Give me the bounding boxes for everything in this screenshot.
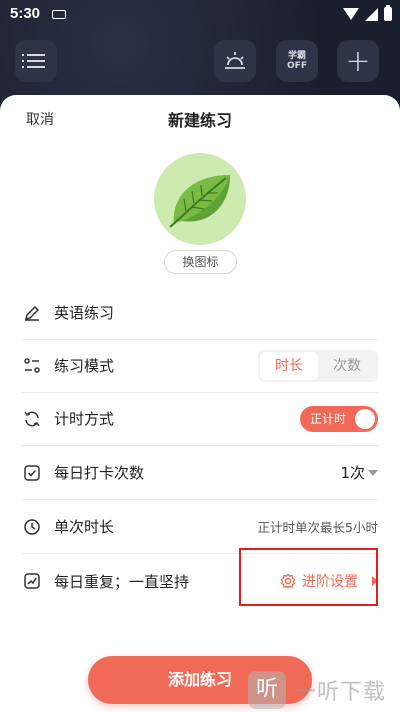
xueba-toggle-button[interactable]: 学霸 OFF bbox=[276, 40, 318, 82]
timing-toggle-label: 正计时 bbox=[310, 411, 347, 426]
timing-row: 计时方式 正计时 bbox=[22, 392, 378, 446]
header-toolbar: 学霸 OFF + bbox=[0, 40, 400, 84]
xueba-state: OFF bbox=[287, 61, 307, 71]
timing-toggle[interactable]: 正计时 bbox=[300, 405, 378, 432]
status-time: 5:30 bbox=[10, 5, 41, 22]
practice-icon[interactable] bbox=[154, 153, 246, 245]
xueba-label: 学霸 bbox=[287, 51, 306, 61]
sunset-button[interactable] bbox=[214, 40, 256, 82]
chart-icon bbox=[22, 571, 42, 591]
change-icon-button[interactable]: 换图标 bbox=[164, 250, 237, 274]
duration-value: 正计时单次最长5小时 bbox=[257, 520, 378, 535]
mode-option-count[interactable]: 次数 bbox=[318, 352, 376, 380]
daily-count-dropdown[interactable]: 1次 bbox=[340, 462, 378, 483]
mode-option-duration[interactable]: 时长 bbox=[260, 351, 318, 380]
sheet-title: 新建练习 bbox=[167, 111, 232, 130]
clock-icon bbox=[22, 517, 42, 537]
mode-row: 练习模式 时长 次数 bbox=[22, 339, 378, 393]
watermark-text: 一听下载 bbox=[294, 680, 387, 705]
pencil-icon bbox=[22, 303, 42, 323]
list-icon bbox=[22, 54, 45, 68]
toggle-knob bbox=[355, 408, 375, 429]
status-bar: 5:30 bbox=[0, 0, 400, 30]
daily-checkin-row: 每日打卡次数 1次 bbox=[22, 446, 378, 500]
repeat-label: 每日重复；一直坚持 bbox=[54, 572, 190, 591]
list-button[interactable] bbox=[15, 40, 57, 82]
system-icons bbox=[343, 5, 392, 21]
wifi-icon bbox=[343, 8, 359, 20]
practice-name: 英语练习 bbox=[54, 304, 115, 322]
highlight-annotation bbox=[239, 548, 378, 606]
duration-row[interactable]: 单次时长 正计时单次最长5小时 bbox=[22, 500, 378, 554]
chevron-down-icon bbox=[368, 469, 378, 476]
watermark-logo: 听 bbox=[248, 671, 286, 709]
checkbox-icon bbox=[22, 463, 42, 483]
leaf-icon bbox=[169, 175, 230, 228]
daily-count-value: 1次 bbox=[340, 464, 365, 482]
refresh-icon bbox=[22, 409, 42, 429]
keyboard-icon bbox=[52, 10, 66, 19]
sheet-header: 取消 新建练习 bbox=[0, 95, 400, 141]
battery-icon bbox=[384, 5, 392, 21]
add-button[interactable]: + bbox=[337, 40, 379, 82]
plus-icon: + bbox=[345, 43, 371, 79]
duration-label: 单次时长 bbox=[54, 518, 115, 536]
timing-label: 计时方式 bbox=[54, 410, 115, 428]
sunset-icon bbox=[225, 52, 245, 69]
name-row[interactable]: 英语练习 bbox=[22, 286, 378, 340]
mode-icon bbox=[22, 356, 42, 376]
signal-icon bbox=[365, 7, 378, 21]
mode-segmented-control: 时长 次数 bbox=[258, 349, 378, 382]
daily-checkin-label: 每日打卡次数 bbox=[54, 464, 145, 482]
mode-label: 练习模式 bbox=[54, 357, 115, 375]
watermark: 听 一听下载 bbox=[248, 668, 400, 712]
